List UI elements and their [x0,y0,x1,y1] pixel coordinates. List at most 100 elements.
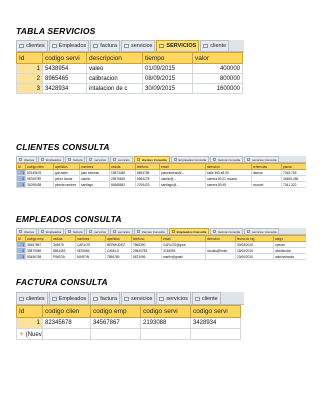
table-icon [124,296,130,301]
table-icon [124,44,130,48]
table-cell[interactable]: valeo [86,63,143,74]
table-cell[interactable] [190,328,241,340]
table-cell[interactable]: 400000 [192,63,243,74]
tab[interactable]: Empleados [38,228,65,234]
tab[interactable]: factura [65,228,86,234]
table-cell[interactable]: 6873496 [131,253,162,260]
tab[interactable]: Empleados Consulta [168,228,210,234]
tab[interactable]: clientes [16,228,38,234]
tab-label: clientes [26,43,45,49]
tab[interactable]: clientes Consulta [133,228,168,234]
table-cell[interactable]: 1 [16,317,43,329]
tab[interactable]: cliente [191,292,221,304]
table-cell[interactable] [42,328,91,340]
table-row[interactable]: 3 31098438 pineda ramirez santiago 84568842 2… [16,181,306,188]
table-cell[interactable]: 01/09/2015 [142,63,193,74]
table-cell[interactable]: 84568842 [109,181,136,188]
table-cell[interactable]: 20/06/2015 [235,253,274,260]
tab-label: factura [73,157,83,162]
table-cell[interactable]: 8965465 [42,73,87,84]
table-cell[interactable]: 7341-322 [281,181,306,188]
tab[interactable]: servicios [86,156,110,162]
table-cell[interactable] [140,328,191,340]
tab[interactable]: clientes [16,40,48,51]
tab[interactable]: SERVICIOS [156,40,200,51]
column-header[interactable]: codigo servi [42,52,87,64]
table-cell[interactable]: santiago [79,181,110,188]
table-cell[interactable]: martin@gmail [161,253,206,260]
tab[interactable]: factura Consulta [210,156,244,162]
column-header[interactable]: valor [192,52,243,64]
tab[interactable]: servicios [110,156,133,162]
table-cell[interactable]: calibracion [86,73,143,84]
table-cell[interactable]: 1 [16,63,43,74]
column-header[interactable]: descripcion [86,52,143,64]
table-cell[interactable]: 08/09/2015 [142,73,193,84]
column-header[interactable]: Id [16,52,43,64]
table-cell[interactable]: 34567867 [90,317,141,329]
tab[interactable]: factura Consulta [210,228,244,234]
table-row[interactable]: 3 3428934 intalacion de c 30/09/2015 1600000 [16,83,243,94]
tab[interactable]: servicios Consulta [244,228,280,234]
table-row[interactable]: 1 5438954 valeo 01/09/2015 400000 [16,63,243,74]
tab[interactable]: factura [90,40,121,51]
tab[interactable]: Empleados [48,40,90,51]
column-header[interactable]: codigo servi [190,305,241,318]
tab[interactable]: cliente [200,40,230,51]
new-record-row[interactable]: ✳ (Nuevo) [16,328,241,340]
table-cell[interactable]: 83456768 [25,253,52,260]
column-header[interactable]: Id [16,305,43,318]
table-cell[interactable]: administrador [273,253,306,260]
table-row[interactable]: 2 8965465 calibracion 08/09/2015 800000 [16,73,243,84]
new-record-cell[interactable]: ✳ (Nuevo) [16,328,43,340]
table-cell[interactable]: PINEDA [51,253,76,260]
tab-label: Empleados [58,43,87,49]
tab[interactable]: servicios [121,292,156,304]
tab[interactable]: servicios Consulta [244,156,280,162]
table-cell[interactable]: mozuel [251,181,282,188]
column-header[interactable]: tiempo [142,52,193,64]
tab[interactable]: factura [90,292,121,304]
tab[interactable]: Empleados Consulta [170,156,210,162]
table-cell[interactable]: 800000 [192,73,243,84]
table-cell[interactable]: 3 [16,253,26,260]
table-cell[interactable]: 2765423 [135,181,160,188]
table-cell[interactable]: 7856789 [105,253,132,260]
tab[interactable]: Empleados [38,156,65,162]
tab[interactable]: factura [65,156,86,162]
table-cell[interactable]: 2193088 [140,317,191,329]
table-cell[interactable]: 82345678 [42,317,91,329]
tab[interactable]: clientes Consulta [133,156,170,162]
table-cell[interactable]: santiago@... [159,181,206,188]
table-cell[interactable]: 2 [16,73,43,84]
table-cell[interactable]: carrera 80 #5 [205,181,252,188]
table-cell[interactable]: MARTIN [75,253,106,260]
tab[interactable]: servicios [86,228,110,234]
column-header[interactable]: codigo servi [140,305,191,318]
section-title: TABLA SERVICIOS [16,26,96,36]
column-header[interactable]: codigo emp [90,305,141,318]
table-cell[interactable]: 5438954 [42,63,87,74]
table-icon [247,230,251,233]
table-cell[interactable]: 3 [16,181,26,188]
tab[interactable]: servicios [121,40,156,51]
table-row[interactable]: 3 83456768 PINEDA MARTIN 7856789 6873496 marti… [16,253,306,260]
table-cell[interactable] [205,253,236,260]
table-cell[interactable]: 1600000 [192,83,243,94]
tab[interactable]: servicios [156,292,191,304]
table-cell[interactable] [90,328,141,340]
table-cell[interactable]: pineda ramirez [53,181,80,188]
table-cell[interactable]: 30/09/2015 [142,83,193,94]
tab[interactable]: servicios [110,228,133,234]
tab-label: SERVICIOS [166,43,197,49]
table-row[interactable]: 1 82345678 34567867 2193088 3428934 [16,317,241,329]
table-cell[interactable]: intalacion de c [86,83,143,94]
tab[interactable]: clientes [16,292,48,304]
tab[interactable]: clientes [16,156,38,162]
tab[interactable]: Empleados [48,292,90,304]
table-cell[interactable]: 3428934 [190,317,241,329]
column-header[interactable]: codigo clien [42,305,91,318]
table-cell[interactable]: 3428934 [42,83,87,94]
table-cell[interactable]: 31098438 [25,181,54,188]
table-cell[interactable]: 3 [16,83,43,94]
